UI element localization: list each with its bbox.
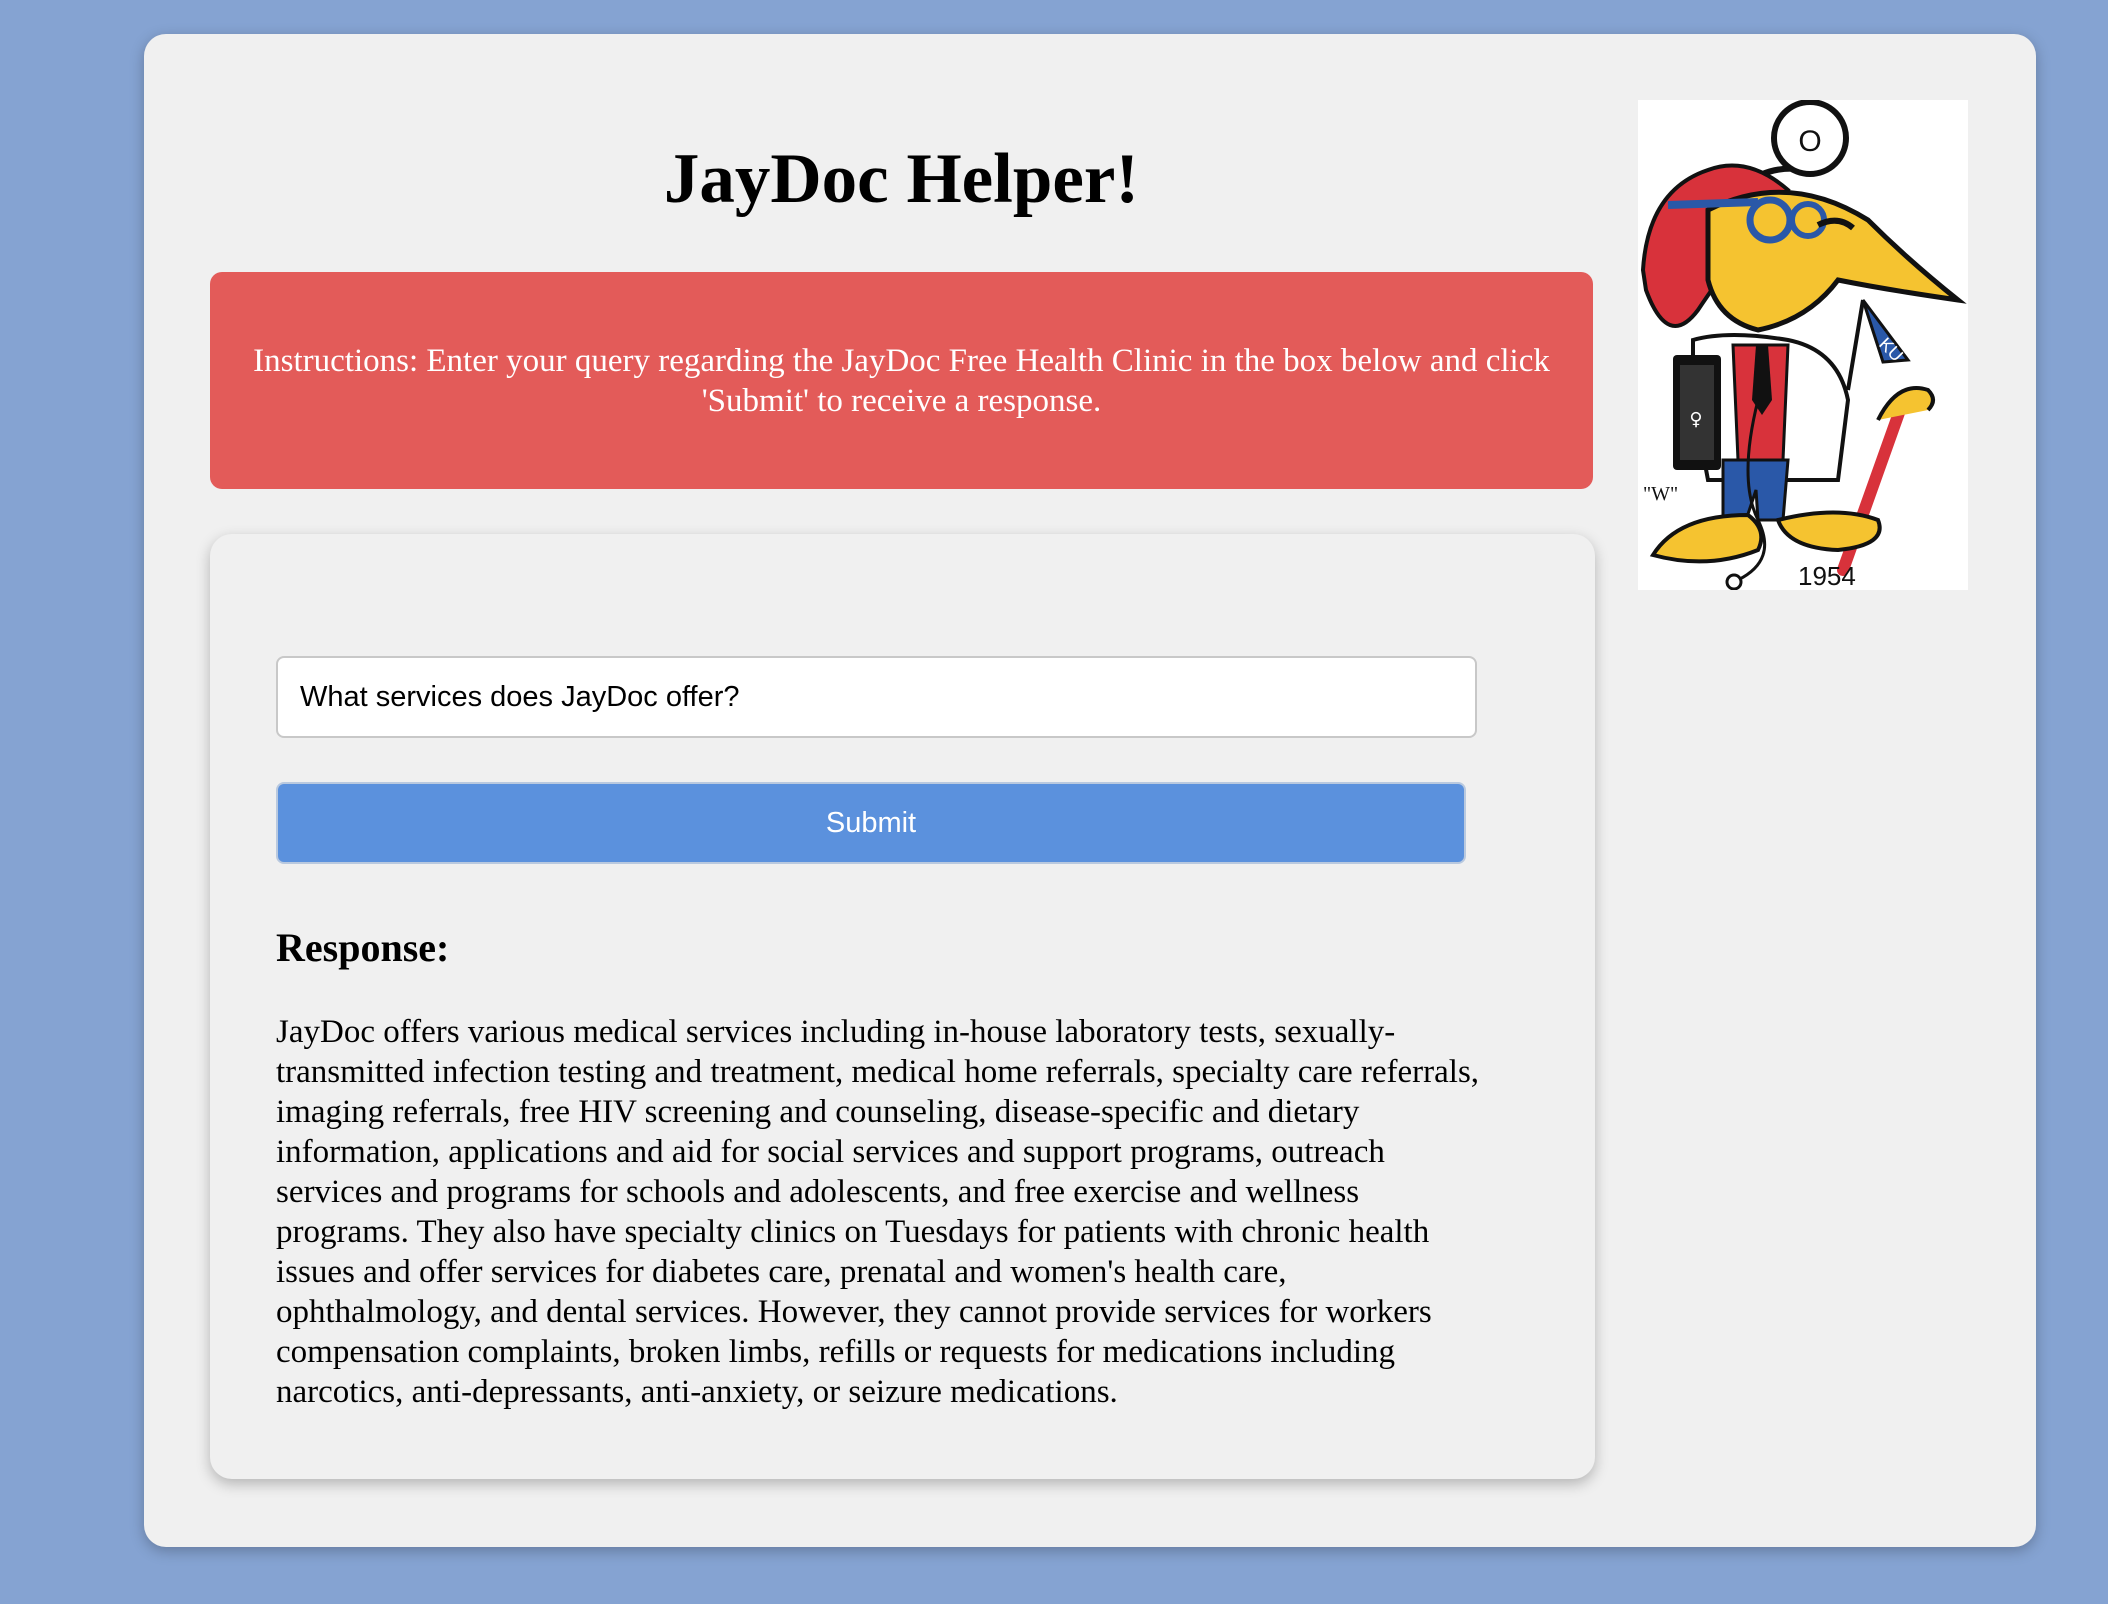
- mascot-illustration: O ♀ KU "W" 1954: [1640, 100, 1967, 590]
- response-heading: Response:: [276, 925, 450, 970]
- mirror-letter: O: [1798, 125, 1821, 158]
- query-form-card: Submit Response: JayDoc offers various m…: [210, 534, 1595, 1479]
- page-title: JayDoc Helper!: [663, 140, 1140, 218]
- mascot-year: 1954: [1798, 561, 1856, 590]
- submit-button[interactable]: Submit: [276, 782, 1466, 864]
- main-card: JayDoc Helper! Instructions: Enter your …: [144, 34, 2036, 1547]
- artist-signature: "W": [1643, 483, 1678, 505]
- instructions-banner: Instructions: Enter your query regarding…: [210, 272, 1593, 489]
- response-text: JayDoc offers various medical services i…: [276, 1014, 1480, 1410]
- query-input[interactable]: [276, 656, 1477, 738]
- instructions-text: Instructions: Enter your query regarding…: [253, 342, 1550, 419]
- book-symbol: ♀: [1689, 409, 1702, 430]
- jayhawk-doctor-mascot-image: O ♀ KU "W" 1954: [1638, 100, 1968, 590]
